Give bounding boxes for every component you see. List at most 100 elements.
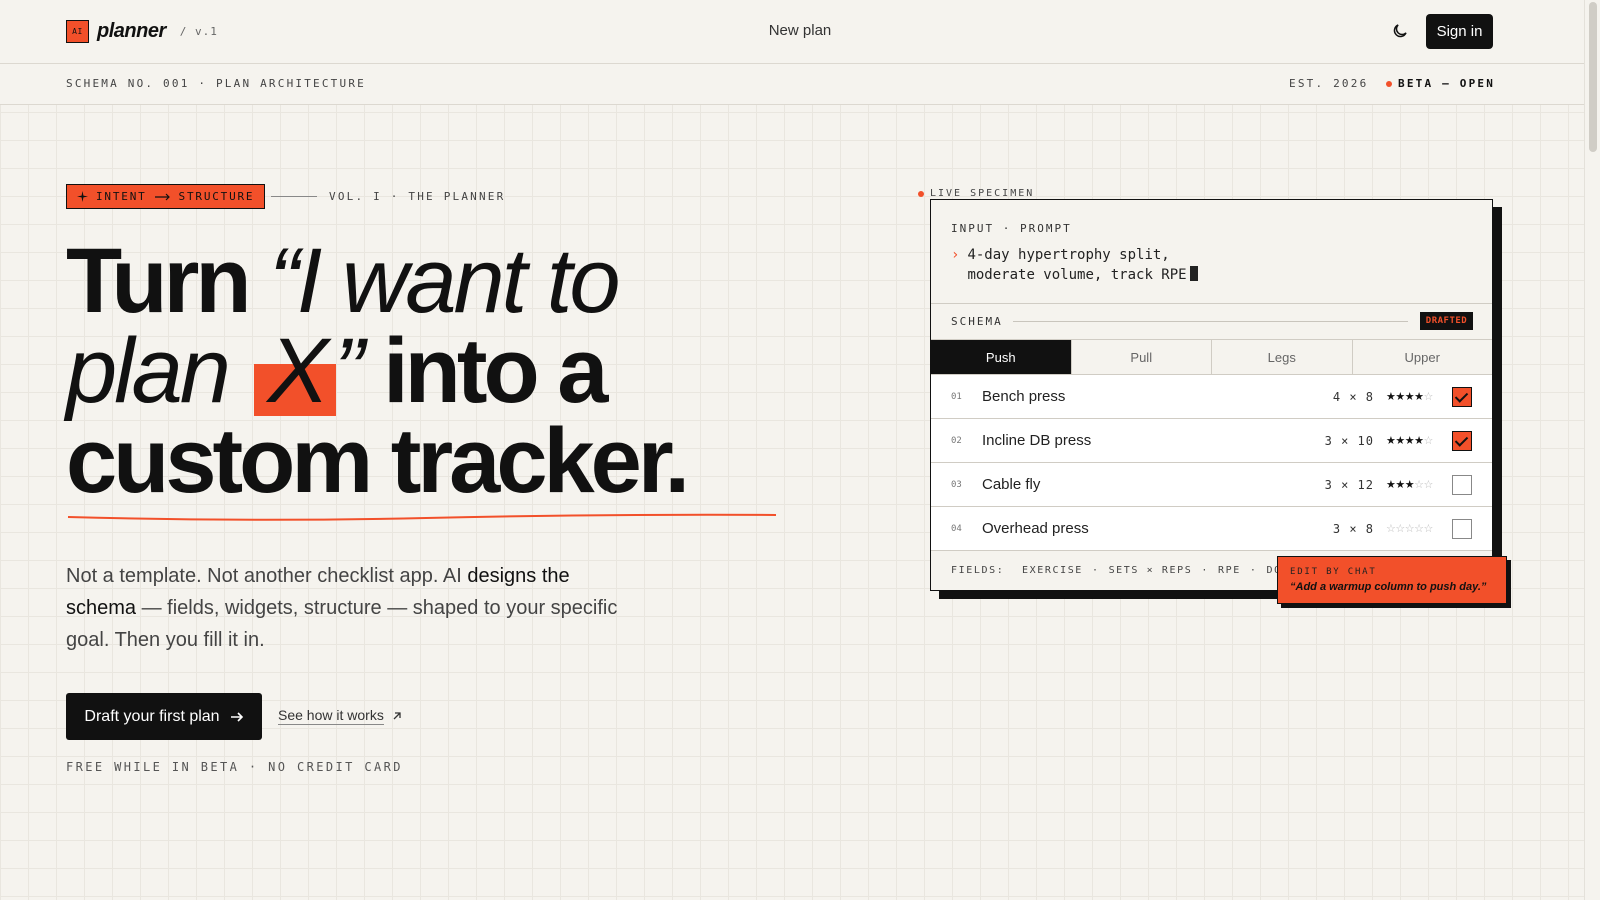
star-icon[interactable]: ★ <box>1405 479 1415 491</box>
draft-plan-button[interactable]: Draft your first plan <box>66 693 262 740</box>
edit-command: “Add a warmup column to push day.” <box>1290 581 1487 593</box>
star-icon[interactable]: ☆ <box>1395 523 1405 535</box>
headline-turn: Turn <box>66 230 252 332</box>
done-checkbox[interactable] <box>1452 474 1472 495</box>
sparkle-icon <box>77 191 88 202</box>
star-icon[interactable]: ★ <box>1386 435 1396 447</box>
rpe-rating[interactable]: ★★★★☆ <box>1386 434 1433 447</box>
intent-structure-tag: INTENT STRUCTURE <box>66 184 266 209</box>
exercise-name: Incline DB press <box>982 432 1092 449</box>
done-checkbox[interactable] <box>1452 518 1472 539</box>
star-icon[interactable]: ★ <box>1386 479 1396 491</box>
star-icon[interactable]: ★ <box>1414 391 1424 403</box>
divider-line <box>271 196 317 197</box>
moon-icon[interactable] <box>1391 22 1409 40</box>
headline-quote-open: “I want to <box>269 230 620 332</box>
rpe-rating[interactable]: ☆☆☆☆☆ <box>1386 522 1433 535</box>
how-it-works-label: See how it works <box>278 707 384 725</box>
nav-center: New plan <box>0 22 1600 39</box>
headline-x-highlight: X <box>253 320 337 422</box>
volume-label: VOL. I · THE PLANNER <box>329 190 506 203</box>
fields-legend: FIELDS: EXERCISE·SETS × REPS·RPE·DONE <box>951 565 1297 576</box>
sets-reps: 3 × 8 <box>1332 521 1374 536</box>
tab-legs[interactable]: Legs <box>1211 340 1352 374</box>
edit-label: EDIT BY CHAT <box>1290 567 1377 577</box>
star-icon[interactable]: ☆ <box>1424 523 1434 535</box>
done-checkbox[interactable] <box>1452 430 1472 451</box>
star-icon[interactable]: ★ <box>1395 391 1405 403</box>
star-icon[interactable]: ★ <box>1395 435 1405 447</box>
sets-reps: 4 × 8 <box>1332 389 1374 404</box>
star-icon[interactable]: ☆ <box>1424 391 1434 403</box>
headline-underline <box>67 513 777 521</box>
field-rpe: RPE <box>1218 565 1241 576</box>
star-icon[interactable]: ★ <box>1405 391 1415 403</box>
sets-reps: 3 × 12 <box>1324 477 1374 492</box>
lead-text-2: — fields, widgets, structure — shaped to… <box>66 597 618 651</box>
exercise-name: Overhead press <box>982 520 1089 537</box>
row-number: 01 <box>951 391 962 402</box>
tag-structure: STRUCTURE <box>178 190 255 203</box>
prompt-line-1: 4-day hypertrophy split, <box>967 247 1170 263</box>
headline-quote-close: ” <box>333 320 365 422</box>
prompt-text: › 4-day hypertrophy split, moderate volu… <box>951 245 1198 285</box>
logo-mark: AI <box>66 20 89 43</box>
schema-number: SCHEMA NO. 001 · PLAN ARCHITECTURE <box>66 77 366 90</box>
arrow-right-icon <box>154 193 170 200</box>
rpe-rating[interactable]: ★★★★☆ <box>1386 390 1433 403</box>
star-icon[interactable]: ☆ <box>1424 435 1434 447</box>
field-sets-reps: SETS × REPS <box>1108 565 1193 576</box>
scrollbar-thumb[interactable] <box>1589 2 1597 152</box>
star-icon[interactable]: ☆ <box>1386 523 1396 535</box>
input-prompt-label: INPUT · PROMPT <box>951 222 1072 235</box>
est-label: EST. 2026 <box>1289 77 1369 90</box>
prompt-caret-icon: › <box>951 247 960 263</box>
field-exercise: EXERCISE <box>1021 565 1083 576</box>
exercise-row[interactable]: 02 Incline DB press 3 × 10 ★★★★☆ <box>931 419 1492 463</box>
new-plan-link[interactable]: New plan <box>769 22 832 39</box>
fields-label: FIELDS: <box>951 565 1005 576</box>
hero-headline: Turn “I want to plan X” into a custom tr… <box>66 235 826 507</box>
exercise-row[interactable]: 01 Bench press 4 × 8 ★★★★☆ <box>931 375 1492 419</box>
text-cursor <box>1189 266 1198 281</box>
row-number: 04 <box>951 523 962 534</box>
schema-heading: SCHEMA <box>951 315 1003 328</box>
done-checkbox[interactable] <box>1452 386 1472 407</box>
day-tabs: Push Pull Legs Upper <box>931 339 1492 375</box>
free-note: FREE WHILE IN BETA · NO CREDIT CARD <box>66 760 403 774</box>
beta-status: BETA — OPEN <box>1386 77 1495 90</box>
exercise-name: Cable fly <box>982 476 1041 493</box>
star-icon[interactable]: ★ <box>1395 479 1405 491</box>
exercise-row[interactable]: 03 Cable fly 3 × 12 ★★★☆☆ <box>931 463 1492 507</box>
prompt-line-2: moderate volume, track RPE <box>967 267 1187 283</box>
star-icon[interactable]: ★ <box>1414 435 1424 447</box>
rpe-rating[interactable]: ★★★☆☆ <box>1386 478 1433 491</box>
tag-intent: INTENT <box>96 190 147 203</box>
headline-into: into a <box>383 320 608 422</box>
schema-bar: SCHEMA NO. 001 · PLAN ARCHITECTURE EST. … <box>0 64 1584 105</box>
row-number: 03 <box>951 479 962 490</box>
scrollbar[interactable] <box>1584 0 1600 900</box>
edit-by-chat-callout: EDIT BY CHAT “Add a warmup column to pus… <box>1277 556 1507 604</box>
logo[interactable]: AI planner / v.1 <box>66 20 218 43</box>
star-icon[interactable]: ☆ <box>1414 523 1424 535</box>
headline-line3: custom tracker. <box>66 410 690 512</box>
star-icon[interactable]: ☆ <box>1405 523 1415 535</box>
tab-push[interactable]: Push <box>931 340 1071 374</box>
lead-text-1: Not a template. Not another checklist ap… <box>66 565 468 587</box>
star-icon[interactable]: ★ <box>1405 435 1415 447</box>
exercise-row[interactable]: 04 Overhead press 3 × 8 ☆☆☆☆☆ <box>931 507 1492 551</box>
headline-plan: plan <box>66 320 231 422</box>
star-icon[interactable]: ☆ <box>1424 479 1434 491</box>
tab-pull[interactable]: Pull <box>1070 340 1212 374</box>
prompt-body: 4-day hypertrophy split, moderate volume… <box>967 245 1198 285</box>
top-nav: AI planner / v.1 New plan Sign in <box>0 0 1584 64</box>
schema-rule <box>1013 321 1408 322</box>
star-icon[interactable]: ☆ <box>1414 479 1424 491</box>
star-icon[interactable]: ★ <box>1386 391 1396 403</box>
how-it-works-link[interactable]: See how it works <box>278 707 402 725</box>
exercise-list: 01 Bench press 4 × 8 ★★★★☆ 02 Incline DB pres… <box>931 375 1492 551</box>
exercise-name: Bench press <box>982 388 1066 405</box>
sign-in-button[interactable]: Sign in <box>1426 14 1493 49</box>
tab-upper[interactable]: Upper <box>1351 340 1493 374</box>
